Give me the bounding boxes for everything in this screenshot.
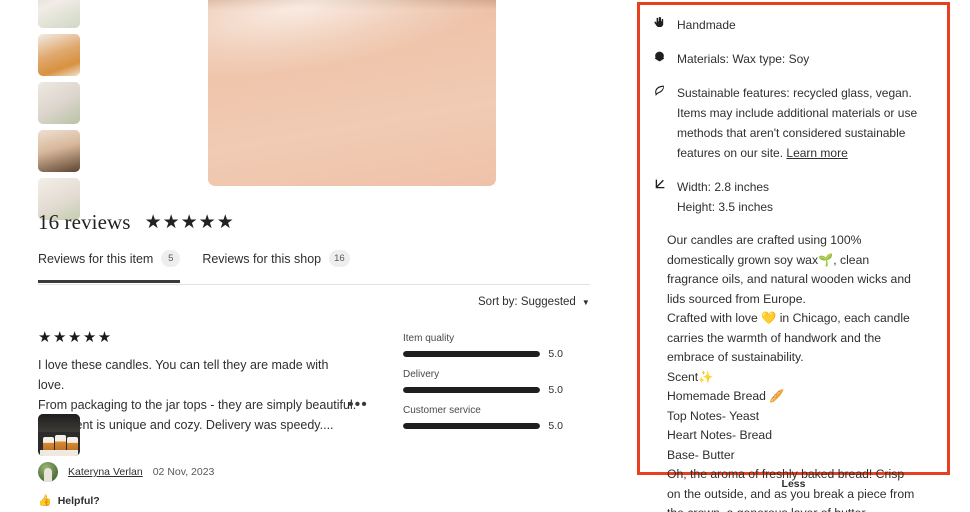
rating-row: Customer service 5.0 xyxy=(403,405,563,432)
materials-disc-icon xyxy=(651,49,667,69)
review-text-line: From packaging to the jar tops - they ar… xyxy=(38,398,357,412)
product-review-page: 16 reviews ★★★★★ Reviews for this item 5… xyxy=(0,0,970,512)
learn-more-link[interactable]: Learn more xyxy=(786,146,847,160)
rating-label: Customer service xyxy=(403,405,481,416)
reviewer-name-link[interactable]: Kateryna Verlan xyxy=(68,466,143,478)
gallery-thumbnail[interactable] xyxy=(38,82,80,124)
rating-bar-fill xyxy=(403,351,541,357)
reviewer-info: Kateryna Verlan 02 Nov, 2023 xyxy=(38,462,214,482)
product-main-image[interactable] xyxy=(208,0,496,186)
tab-reviews-for-this-shop[interactable]: Reviews for this shop 16 xyxy=(202,250,350,283)
rating-value: 5.0 xyxy=(548,384,563,396)
helpful-label: Helpful? xyxy=(57,494,100,507)
detail-row-dimensions: Width: 2.8 inches Height: 3.5 inches xyxy=(651,177,933,217)
rating-bar-track xyxy=(403,387,541,393)
gallery-thumbnail-rail xyxy=(38,0,80,220)
rating-bar-track xyxy=(403,423,541,429)
sort-by-label: Sort by: Suggested xyxy=(478,296,576,308)
helpful-button[interactable]: 👍 Helpful? xyxy=(38,494,100,508)
rating-label: Delivery xyxy=(403,369,440,380)
tab-badge: 16 xyxy=(329,250,350,267)
reviews-tabs: Reviews for this item 5 Reviews for this… xyxy=(38,250,350,283)
leaf-icon xyxy=(651,83,667,163)
tab-label: Reviews for this item xyxy=(38,251,154,266)
rating-row: Delivery 5.0 xyxy=(403,369,563,396)
review-text-line: The scent is unique and cozy. Delivery w… xyxy=(38,418,334,432)
rating-bar-fill xyxy=(403,423,541,429)
rating-bar-track xyxy=(403,351,541,357)
review-text-line: I love these candles. You can tell they … xyxy=(38,358,329,392)
less-toggle-button[interactable]: Less xyxy=(637,478,950,490)
chevron-down-icon: ▼ xyxy=(581,297,590,307)
detail-text: Sustainable features: recycled glass, ve… xyxy=(677,83,933,163)
description-paragraph: Homemade Bread 🥖 xyxy=(667,389,785,403)
reviews-count: 16 reviews xyxy=(38,210,131,234)
dimension-width: Width: 2.8 inches xyxy=(677,180,770,194)
review-item: ★★★★★ I love these candles. You can tell… xyxy=(38,330,358,435)
surface-highlight xyxy=(208,0,496,89)
counter-shape xyxy=(40,450,78,456)
detail-row-materials: Materials: Wax type: Soy xyxy=(651,49,933,69)
rating-label: Item quality xyxy=(403,333,455,344)
detail-row-handmade: Handmade xyxy=(651,15,933,35)
rating-bar-fill xyxy=(403,387,541,393)
ruler-angle-icon xyxy=(651,177,667,217)
review-photo[interactable] xyxy=(38,414,80,456)
reviews-header: 16 reviews ★★★★★ xyxy=(38,210,235,235)
review-date: 02 Nov, 2023 xyxy=(152,466,215,478)
review-rating-stars: ★★★★★ xyxy=(38,329,113,346)
detail-text: Width: 2.8 inches Height: 3.5 inches xyxy=(677,177,773,217)
description-paragraph: Scent✨ xyxy=(667,369,714,384)
description-paragraph: Top Notes- Yeast xyxy=(667,408,760,423)
product-description: Our candles are crafted using 100% domes… xyxy=(651,231,933,512)
tab-badge: 5 xyxy=(161,250,181,267)
detail-text: Handmade xyxy=(677,18,736,32)
description-paragraph: Crafted with love 💛 in Chicago, each can… xyxy=(667,311,910,364)
tab-label: Reviews for this shop xyxy=(202,251,322,266)
sort-by-dropdown[interactable]: Sort by: Suggested ▼ xyxy=(478,296,590,308)
rating-breakdown: Item quality 5.0 Delivery 5.0 Customer s… xyxy=(403,333,563,432)
review-text: I love these candles. You can tell they … xyxy=(38,355,358,435)
rating-value: 5.0 xyxy=(548,420,563,432)
description-paragraph: Base- Butter xyxy=(667,447,735,462)
description-paragraph: Our candles are crafted using 100% domes… xyxy=(667,233,911,306)
gallery-thumbnail[interactable] xyxy=(38,130,80,172)
description-paragraph: Heart Notes- Bread xyxy=(667,428,772,442)
dimension-height: Height: 3.5 inches xyxy=(677,200,774,214)
review-more-options-button[interactable]: ••• xyxy=(348,396,368,414)
tab-reviews-for-this-item[interactable]: Reviews for this item 5 xyxy=(38,250,181,283)
shelf-shape xyxy=(38,414,80,432)
overall-rating-stars: ★★★★★ xyxy=(144,212,235,233)
thumbs-up-icon: 👍 xyxy=(38,495,52,507)
avatar[interactable] xyxy=(38,462,58,482)
detail-text: Materials: Wax type: Soy xyxy=(677,52,810,66)
rating-row: Item quality 5.0 xyxy=(403,333,563,360)
gallery-thumbnail[interactable] xyxy=(38,34,80,76)
gallery-thumbnail[interactable] xyxy=(38,0,80,28)
tabs-divider xyxy=(38,284,590,285)
hand-icon xyxy=(651,15,667,35)
item-details-panel: Handmade Materials: Wax type: Soy Sustai… xyxy=(637,2,950,512)
detail-row-sustainable: Sustainable features: recycled glass, ve… xyxy=(651,83,933,163)
rating-value: 5.0 xyxy=(548,348,563,360)
